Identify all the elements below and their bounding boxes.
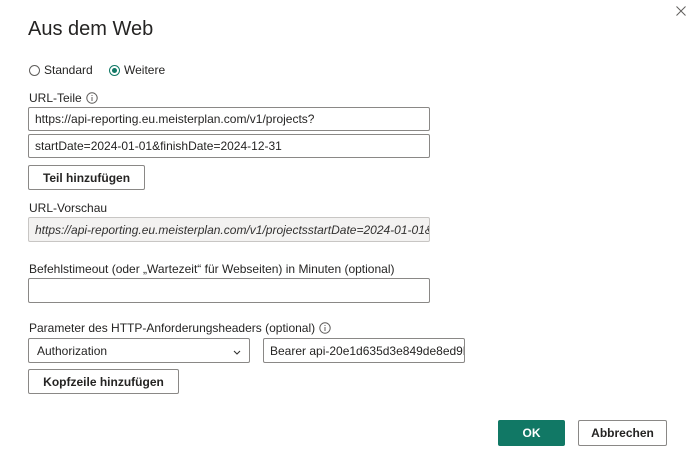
header-value-input[interactable]: Bearer api-20e1d635d3e849de8ed9b	[263, 338, 465, 363]
radio-weitere-circle[interactable]	[109, 64, 120, 76]
url-part-1-input[interactable]: https://api-reporting.eu.meisterplan.com…	[28, 107, 430, 131]
url-parts-label-row: URL-Teile	[29, 91, 98, 105]
url-preview-label: URL-Vorschau	[29, 201, 108, 215]
url-part-2-input[interactable]: startDate=2024-01-01&finishDate=2024-12-…	[28, 134, 430, 158]
info-icon[interactable]	[319, 322, 331, 334]
headers-label-row: Parameter des HTTP-Anforderungsheaders (…	[29, 321, 331, 335]
timeout-label: Befehlstimeout (oder „Wartezeit“ für Web…	[29, 262, 395, 276]
add-header-button[interactable]: Kopfzeile hinzufügen	[28, 369, 179, 394]
radio-standard-circle[interactable]	[29, 64, 40, 76]
url-preview-field: https://api-reporting.eu.meisterplan.com…	[28, 217, 430, 242]
info-icon[interactable]	[85, 92, 98, 104]
radio-selected-dot	[112, 67, 117, 73]
radio-weitere-label: Weitere	[124, 63, 166, 77]
radio-standard-label: Standard	[44, 63, 93, 77]
header-name-select[interactable]: Authorization	[28, 338, 250, 363]
ok-button[interactable]: OK	[498, 420, 565, 446]
dialog-title: Aus dem Web	[28, 18, 154, 40]
close-icon	[676, 6, 686, 16]
close-button[interactable]	[670, 0, 692, 22]
timeout-input[interactable]	[28, 278, 430, 303]
radio-weitere[interactable]: Weitere	[109, 63, 165, 77]
header-name-value: Authorization	[37, 343, 108, 358]
add-part-button[interactable]: Teil hinzufügen	[28, 165, 145, 190]
url-parts-label: URL-Teile	[29, 91, 82, 105]
chevron-down-icon	[233, 344, 241, 358]
cancel-button[interactable]: Abbrechen	[578, 420, 667, 446]
radio-standard[interactable]: Standard	[29, 63, 93, 77]
headers-label: Parameter des HTTP-Anforderungsheaders (…	[29, 321, 316, 335]
